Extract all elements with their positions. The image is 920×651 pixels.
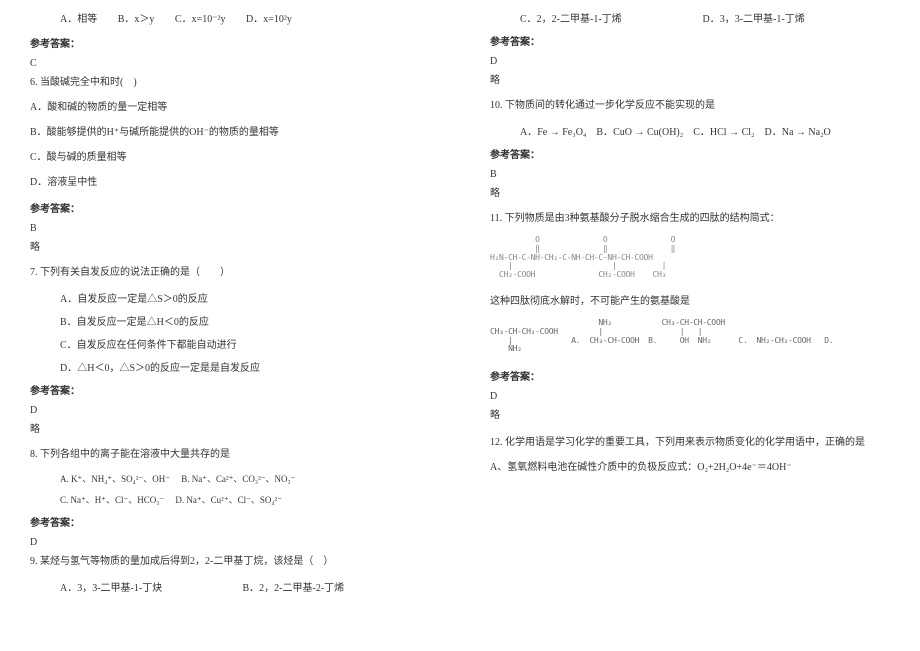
q5-opt-d: D．x=10²y: [246, 14, 292, 25]
answer-label: 参考答案：: [30, 514, 430, 529]
q9-opt-d: D．3，3-二甲基-1-丁烯: [703, 14, 805, 25]
left-column: A．相等 B．x＞y C．x=10⁻²y D．x=10²y 参考答案： C 6.…: [0, 10, 460, 641]
q12-opt-a: A、氢氧燃料电池在碱性介质中的负极反应式：O₂+2H₂O+4e⁻＝4OH⁻: [490, 460, 890, 475]
q10-answer: B: [490, 169, 890, 180]
q6-opt-c: C．酸与碱的质量相等: [30, 150, 430, 165]
q12-stem: 12. 化学用语是学习化学的重要工具，下列用来表示物质变化的化学用语中，正确的是: [490, 435, 890, 450]
q5-opt-c: C．x=10⁻²y: [175, 14, 226, 25]
q9-opt-c: C．2，2-二甲基-1-丁烯: [520, 10, 700, 25]
q6-opt-b: B．酸能够提供的H⁺与碱所能提供的OH⁻的物质的量相等: [30, 125, 430, 140]
q5-answer: C: [30, 58, 430, 69]
q8-opts-cd: C. Na⁺、H⁺、Cl⁻、HCO₃⁻ D. Na⁺、Cu²⁺、Cl⁻、SO₄²…: [30, 493, 430, 506]
q5-opt-a: A．相等: [60, 14, 97, 25]
q9-answer: D: [490, 56, 890, 67]
q11-options: NH₂ CH₃-CH-CH-COOH CH₃-CH-CH₂-COOH | | |…: [490, 319, 890, 354]
q9-opt-b: B．2，2-二甲基-2-丁烯: [243, 583, 345, 594]
answer-label: 参考答案：: [490, 33, 890, 48]
q7-answer: D: [30, 405, 430, 416]
q10-opt-b: B．CuO → Cu(OH)₂: [596, 127, 683, 138]
q11-mid: 这种四肽彻底水解时，不可能产生的氨基酸是: [490, 294, 890, 309]
q11-stem: 11. 下列物质是由3种氨基酸分子脱水缩合生成的四肽的结构简式：: [490, 211, 890, 226]
q10-opt-d: D．Na → Na₂O: [765, 127, 831, 138]
q8-opt-d: D. Na⁺、Cu²⁺、Cl⁻、SO₄²⁻: [175, 495, 282, 505]
q8-opt-c: C. Na⁺、H⁺、Cl⁻、HCO₃⁻: [60, 495, 164, 505]
right-column: C．2，2-二甲基-1-丁烯 D．3，3-二甲基-1-丁烯 参考答案： D 略 …: [460, 10, 920, 641]
q7-opt-b: B．自发反应一定是△H＜0的反应: [30, 313, 430, 328]
answer-label: 参考答案：: [30, 382, 430, 397]
q8-opts-ab: A. K⁺、NH₄⁺、SO₄²⁻、OH⁻ B. Na⁺、Ca²⁺、CO₃²⁻、N…: [30, 472, 430, 485]
q7-stem: 7. 下列有关自发反应的说法正确的是（ ）: [30, 265, 430, 280]
q8-answer: D: [30, 537, 430, 548]
q8-stem: 8. 下列各组中的离子能在溶液中大量共存的是: [30, 447, 430, 462]
q7-note: 略: [30, 422, 430, 437]
q9-stem: 9. 某烃与氢气等物质的量加成后得到2，2-二甲基丁烷，该烃是（ ）: [30, 554, 430, 569]
q11-answer: D: [490, 391, 890, 402]
answer-label: 参考答案：: [490, 146, 890, 161]
answer-label: 参考答案：: [490, 368, 890, 383]
q6-answer: B: [30, 223, 430, 234]
q10-opt-c: C．HCl → Cl₂: [693, 127, 754, 138]
q10-stem: 10. 下物质间的转化通过一步化学反应不能实现的是: [490, 98, 890, 113]
q7-opt-a: A．自发反应一定是△S＞0的反应: [30, 290, 430, 305]
q11-structure: O O O ‖ ‖ ‖ H₂N-CH-C-NH-CH₂-C-NH-CH-C-NH…: [490, 236, 890, 280]
q8-opt-b: B. Na⁺、Ca²⁺、CO₃²⁻、NO₃⁻: [181, 474, 295, 484]
q5-opt-b: B．x＞y: [118, 14, 155, 25]
answer-label: 参考答案：: [30, 35, 430, 50]
answer-label: 参考答案：: [30, 200, 430, 215]
q9-opts-ab: A．3，3-二甲基-1-丁炔 B．2，2-二甲基-2-丁烯: [30, 579, 430, 594]
q8-opt-a: A. K⁺、NH₄⁺、SO₄²⁻、OH⁻: [60, 474, 170, 484]
q5-options: A．相等 B．x＞y C．x=10⁻²y D．x=10²y: [30, 10, 430, 25]
q9-opts-cd: C．2，2-二甲基-1-丁烯 D．3，3-二甲基-1-丁烯: [490, 10, 890, 25]
q10-opts: A．Fe → Fe₃O₄ B．CuO → Cu(OH)₂ C．HCl → Cl₂…: [490, 123, 890, 138]
q6-opt-a: A．酸和碱的物质的量一定相等: [30, 100, 430, 115]
q6-stem: 6. 当酸碱完全中和时( ): [30, 75, 430, 90]
q9-note: 略: [490, 73, 890, 88]
q6-note: 略: [30, 240, 430, 255]
q6-opt-d: D．溶液呈中性: [30, 175, 430, 190]
q10-note: 略: [490, 186, 890, 201]
q7-opt-c: C．自发反应在任何条件下都能自动进行: [30, 336, 430, 351]
q11-note: 略: [490, 408, 890, 423]
q7-opt-d: D．△H＜0，△S＞0的反应一定是是自发反应: [30, 359, 430, 374]
q9-opt-a: A．3，3-二甲基-1-丁炔: [60, 579, 240, 594]
q10-opt-a: A．Fe → Fe₃O₄: [520, 127, 586, 138]
